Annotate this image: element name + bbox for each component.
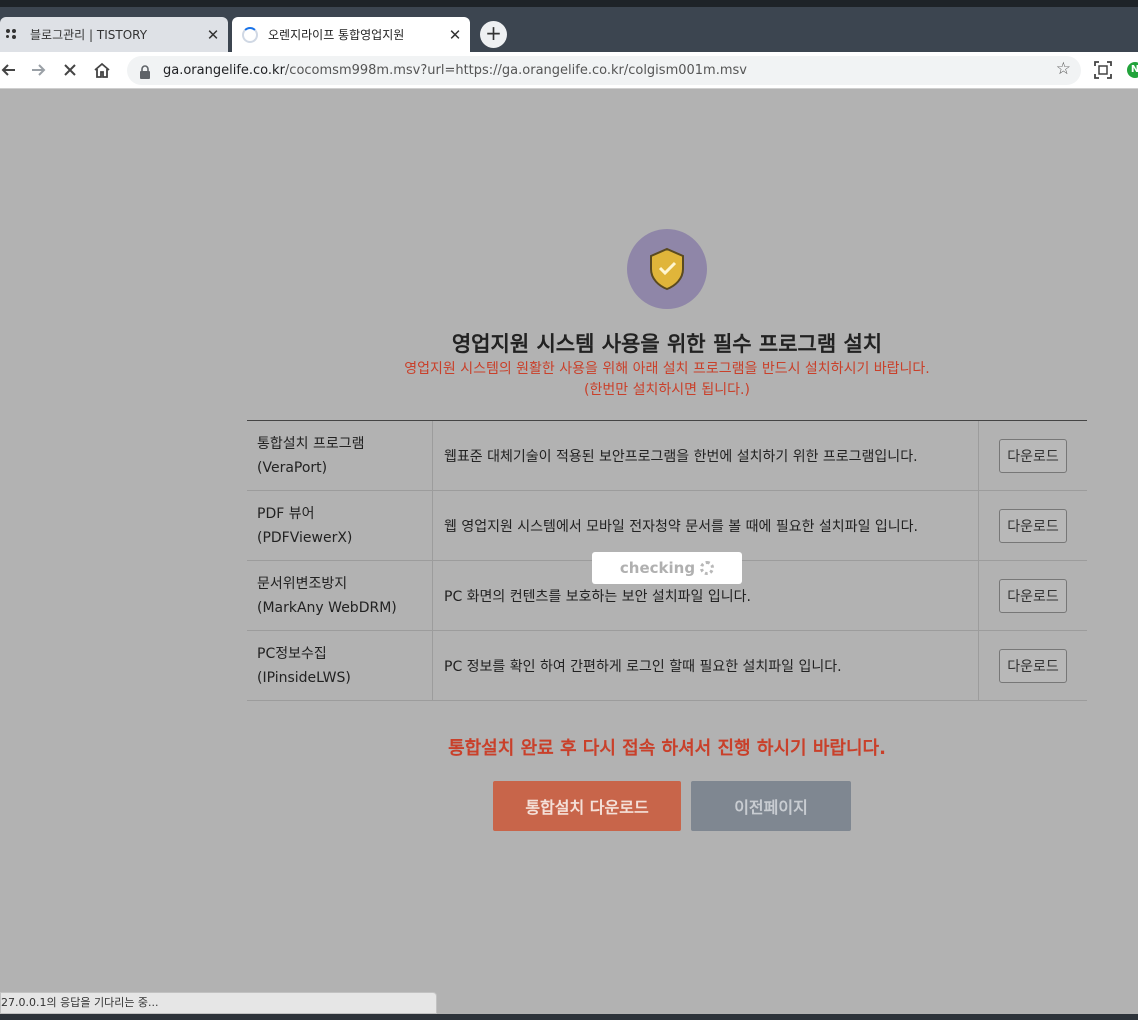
program-id: (MarkAny WebDRM) <box>257 599 397 616</box>
bookmark-star-icon[interactable]: ☆ <box>1056 59 1071 79</box>
stop-loading-icon[interactable] <box>58 58 82 82</box>
security-badge <box>627 229 707 309</box>
close-tab-icon[interactable]: ✕ <box>446 26 464 44</box>
url-host: ga.orangelife.co.kr <box>163 63 285 78</box>
shield-check-icon <box>650 247 684 291</box>
program-name: 통합설치 프로그램 <box>257 435 365 452</box>
program-description: 웹표준 대체기술이 적용된 보안프로그램을 한번에 설치하기 위한 프로그램입니… <box>433 421 979 490</box>
program-name-cell: 통합설치 프로그램 (VeraPort) <box>247 421 433 490</box>
window-top-bar <box>0 0 1138 7</box>
program-action-cell: 다운로드 <box>979 561 1087 630</box>
program-name-cell: 문서위변조방지 (MarkAny WebDRM) <box>247 561 433 630</box>
status-bar: 27.0.0.1의 응답을 기다리는 중... <box>0 992 437 1014</box>
browser-toolbar: ga.orangelife.co.kr/cocomsm998m.msv?url=… <box>0 52 1138 89</box>
lock-icon <box>139 64 153 79</box>
checking-label: checking <box>619 559 696 577</box>
program-name-cell: PDF 뷰어 (PDFViewerX) <box>247 491 433 560</box>
notice-line: 영업지원 시스템의 원활한 사용을 위해 아래 설치 프로그램을 반드시 설치하… <box>404 361 930 377</box>
program-action-cell: 다운로드 <box>979 421 1087 490</box>
program-name: 문서위변조방지 <box>257 575 348 592</box>
screen-capture-icon[interactable] <box>1091 58 1115 82</box>
program-id: (PDFViewerX) <box>257 529 353 546</box>
table-row: PDF 뷰어 (PDFViewerX) 웹 영업지원 시스템에서 모바일 전자청… <box>247 491 1087 561</box>
checking-indicator: checking <box>592 552 742 584</box>
close-tab-icon[interactable]: ✕ <box>204 26 222 44</box>
tistory-favicon <box>4 27 20 43</box>
new-tab-button[interactable]: + <box>480 21 507 48</box>
completion-note: 통합설치 완료 후 다시 접속 하셔서 진행 하시기 바랍니다. <box>448 738 886 759</box>
program-name: PDF 뷰어 <box>257 505 315 522</box>
download-veraport-button[interactable]: 다운로드 <box>999 438 1067 473</box>
back-arrow-icon[interactable] <box>0 58 20 82</box>
url-text: ga.orangelife.co.kr/cocomsm998m.msv?url=… <box>163 63 747 78</box>
tab-orangelife[interactable]: 오렌지라이프 통합영업지원 ✕ <box>232 17 470 52</box>
table-row: PC정보수집 (IPinsideLWS) PC 정보를 확인 하여 간편하게 로… <box>247 631 1087 701</box>
table-row: 통합설치 프로그램 (VeraPort) 웹표준 대체기술이 적용된 보안프로그… <box>247 421 1087 491</box>
url-path: /cocomsm998m.msv?url=https://ga.orangeli… <box>284 63 747 78</box>
program-id: (IPinsideLWS) <box>257 669 351 686</box>
window-bottom-edge <box>0 1014 1138 1020</box>
install-notice: 영업지원 시스템의 원활한 사용을 위해 아래 설치 프로그램을 반드시 설치하… <box>247 359 1087 401</box>
tab-tistory[interactable]: 블로그관리 | TISTORY ✕ <box>0 17 228 52</box>
browser-tab-strip: 블로그관리 | TISTORY ✕ 오렌지라이프 통합영업지원 ✕ + <box>0 0 1138 52</box>
address-bar[interactable]: ga.orangelife.co.kr/cocomsm998m.msv?url=… <box>127 56 1081 85</box>
home-icon[interactable] <box>90 58 114 82</box>
program-description: PC 정보를 확인 하여 간편하게 로그인 할때 필요한 설치파일 입니다. <box>433 631 979 700</box>
download-ipinside-button[interactable]: 다운로드 <box>999 648 1067 683</box>
program-id: (VeraPort) <box>257 459 328 476</box>
previous-page-button[interactable]: 이전페이지 <box>691 781 851 831</box>
tab-title: 블로그관리 | TISTORY <box>30 28 148 42</box>
tab-title: 오렌지라이프 통합영업지원 <box>268 28 405 42</box>
program-name: PC정보수집 <box>257 645 327 662</box>
extension-icon[interactable]: N <box>1127 62 1138 78</box>
forward-arrow-icon[interactable] <box>27 58 51 82</box>
notice-line: (한번만 설치하시면 됩니다.) <box>584 382 750 398</box>
program-description: 웹 영업지원 시스템에서 모바일 전자청약 문서를 볼 때에 필요한 설치파일 … <box>433 491 979 560</box>
page-title: 영업지원 시스템 사용을 위한 필수 프로그램 설치 <box>451 332 883 356</box>
install-all-button[interactable]: 통합설치 다운로드 <box>493 781 681 831</box>
program-action-cell: 다운로드 <box>979 631 1087 700</box>
download-pdfviewer-button[interactable]: 다운로드 <box>999 508 1067 543</box>
loading-spinner-icon <box>242 26 258 43</box>
program-action-cell: 다운로드 <box>979 491 1087 560</box>
loading-spinner-icon <box>700 561 715 575</box>
download-webdrm-button[interactable]: 다운로드 <box>999 578 1067 613</box>
program-name-cell: PC정보수집 (IPinsideLWS) <box>247 631 433 700</box>
